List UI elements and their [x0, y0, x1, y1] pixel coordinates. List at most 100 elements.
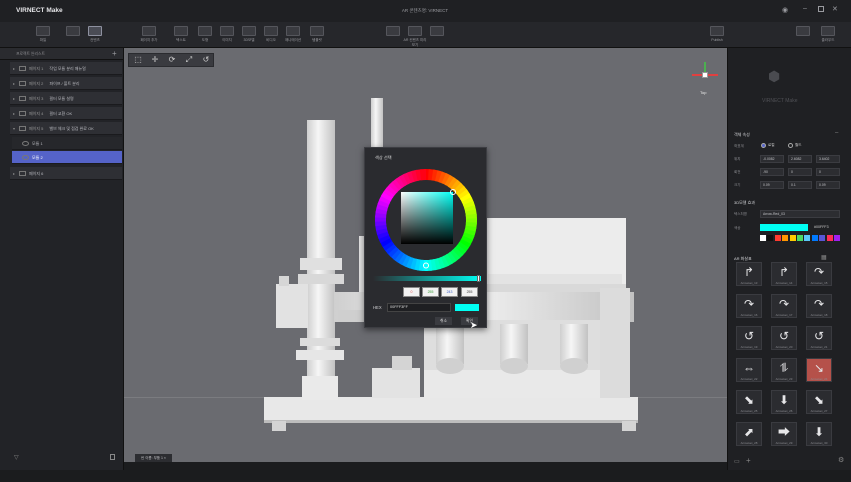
transform-value-field[interactable]: 0.09	[760, 181, 784, 189]
arrow-asset-tile[interactable]: ↱ Arrowset_14	[771, 262, 797, 286]
toolbar-button-device[interactable]	[424, 26, 450, 45]
arrow-asset-tile[interactable]: ↷ Arrowset_18	[806, 294, 832, 318]
arrow-asset-tile[interactable]: ↱ Arrowset_13	[736, 262, 762, 286]
transform-value-field[interactable]: 0	[788, 168, 812, 176]
transform-value-field[interactable]: 0	[816, 168, 840, 176]
more-icon	[310, 26, 324, 36]
arrow-asset-tile[interactable]: ⥮ Arrowset_23	[771, 358, 797, 382]
scale-icon[interactable]: ⤢	[183, 54, 195, 66]
arrow-asset-tile[interactable]: ⬊ Arrowset_27	[806, 390, 832, 414]
color-swatch-button[interactable]	[760, 224, 808, 231]
palette-swatch[interactable]	[797, 235, 803, 241]
arrow-asset-tile[interactable]: ↷ Arrowset_17	[771, 294, 797, 318]
toolbar-button-content[interactable]: 컨텐츠	[82, 26, 108, 45]
palette-swatch[interactable]	[811, 235, 818, 241]
collapse-icon[interactable]: –	[835, 130, 838, 136]
toolbar-button-more[interactable]: 템플릿	[304, 26, 330, 45]
palette-swatch[interactable]	[789, 235, 796, 241]
sub-item[interactable]: 모듈 1	[12, 137, 122, 150]
grid-view-icon[interactable]: ▦	[821, 254, 827, 261]
green-field[interactable]: 255	[422, 287, 439, 297]
arrow-asset-tile[interactable]: ⬈ Arrowset_28	[736, 422, 762, 446]
image-icon	[220, 26, 234, 36]
texture-label: 텍스처명	[734, 212, 747, 216]
toolbar-button-undo[interactable]: 파일	[30, 26, 56, 45]
add-scene-icon[interactable]: +	[112, 49, 117, 58]
arrow-asset-tile[interactable]: ⮕ Arrowset_29	[771, 422, 797, 446]
blue-field[interactable]: 243	[441, 287, 458, 297]
arrow-asset-tile[interactable]: ⬇ Arrowset_30	[806, 422, 832, 446]
transform-value-field[interactable]: -0.0082	[760, 155, 784, 163]
pin-icon[interactable]: ◉	[782, 6, 788, 14]
scene-item[interactable]: ▸ 페이지 6	[10, 167, 122, 180]
maximize-icon[interactable]	[818, 6, 824, 12]
palette-swatch[interactable]	[782, 235, 789, 241]
arrow-asset-tile[interactable]: ↺ Arrowset_20	[771, 326, 797, 350]
scene-item[interactable]: ▸ 페이지 1 작업 모듈 분리 매뉴얼	[10, 62, 122, 75]
alpha-field[interactable]: 255	[461, 287, 478, 297]
toolbar-button-page-add[interactable]: 페이지 추가	[136, 26, 162, 45]
add-icon[interactable]: +	[746, 456, 751, 465]
rotate-icon[interactable]: ⟳	[166, 54, 178, 66]
view-gizmo[interactable]	[690, 60, 720, 90]
reset-icon[interactable]: ↺	[200, 54, 212, 66]
palette-swatch[interactable]	[804, 235, 811, 241]
palette-swatch[interactable]	[760, 235, 766, 241]
transform-value-field[interactable]: 2.6082	[788, 155, 812, 163]
move-icon[interactable]: ✛	[149, 54, 161, 66]
arrow-asset-icon: ↷	[743, 297, 755, 311]
arrow-asset-tile[interactable]: ⬇ Arrowset_26	[771, 390, 797, 414]
gear-icon[interactable]: ⚙	[838, 456, 844, 464]
scene-number: 페이지 3	[29, 96, 44, 101]
toolbar-button-animation[interactable]: 애니메이션	[280, 26, 306, 45]
local-radio[interactable]	[761, 143, 766, 148]
close-icon[interactable]: ✕	[832, 5, 838, 13]
hex-input[interactable]: 00FFF3FF	[387, 303, 451, 312]
scene-tab-label: 씬 이름: 부품 1	[141, 456, 163, 460]
brand-watermark: VIRNECT Make	[762, 98, 798, 104]
palette-swatch[interactable]	[774, 235, 781, 241]
folder-icon[interactable]: ▭	[734, 458, 740, 465]
cancel-button[interactable]: 취소	[435, 317, 452, 325]
select-icon[interactable]: ⬚	[132, 54, 144, 66]
page-add-icon	[142, 26, 156, 36]
scene-tab[interactable]: 씬 이름: 부품 1 ×	[135, 454, 172, 462]
transform-value-field[interactable]: -90	[760, 168, 784, 176]
palette-swatch[interactable]	[819, 235, 826, 241]
preview-icon	[408, 26, 422, 36]
color-wheel[interactable]	[374, 168, 478, 272]
texture-field[interactable]: Arrow-Red_03	[760, 210, 840, 218]
toolbar-button-publish[interactable]: Publish	[704, 26, 730, 45]
arrow-asset-label: Arrowset_16	[740, 313, 758, 317]
arrow-asset-tile[interactable]: ↷ Arrowset_16	[736, 294, 762, 318]
scene-item[interactable]: ▸ 페이지 2 파이프 / 볼트 분리	[10, 77, 122, 90]
scene-item[interactable]: ▾ 페이지 5 밸브 체크 및 점검 완료 OK	[10, 122, 122, 135]
model-node-icon	[22, 141, 29, 147]
transform-value-field[interactable]: 0.09	[816, 181, 840, 189]
transform-value-field[interactable]: 3.6402	[816, 155, 840, 163]
red-field[interactable]: 0	[403, 287, 420, 297]
arrow-asset-tile[interactable]: ↷ Arrowset_15	[806, 262, 832, 286]
transform-value-field[interactable]: 0.1	[788, 181, 812, 189]
palette-swatch[interactable]	[826, 235, 833, 241]
palette-swatch[interactable]	[767, 235, 774, 241]
arrow-asset-tile[interactable]: ⇔ Arrowset_22	[736, 358, 762, 382]
arrow-asset-tile[interactable]: ↺ Arrowset_21	[806, 326, 832, 350]
arrow-asset-tile[interactable]: ↘ Arrowset_24	[806, 358, 832, 382]
toolbar-button-text[interactable]: 텍스트	[168, 26, 194, 45]
alpha-slider[interactable]	[373, 275, 481, 282]
scene-item[interactable]: ▸ 페이지 3 필터 모듈 설명	[10, 92, 122, 105]
world-radio[interactable]	[788, 143, 793, 148]
sub-item[interactable]: 모듈 2	[12, 151, 122, 164]
toolbar-button-cloud[interactable]: 클라우드	[815, 26, 841, 45]
publish-icon	[710, 26, 724, 36]
palette-swatch[interactable]	[834, 235, 840, 241]
scene-item[interactable]: ▸ 페이지 4 필터 교환 OK	[10, 107, 122, 120]
trash-icon[interactable]	[110, 454, 115, 460]
arrow-asset-tile[interactable]: ⬊ Arrowset_25	[736, 390, 762, 414]
arrow-asset-tile[interactable]: ↺ Arrowset_19	[736, 326, 762, 350]
toolbar-button-export[interactable]	[790, 26, 816, 45]
filter-icon[interactable]: ▽	[14, 454, 19, 461]
minimize-icon[interactable]: –	[803, 5, 807, 12]
arrow-asset-label: Arrowset_24	[810, 377, 828, 381]
